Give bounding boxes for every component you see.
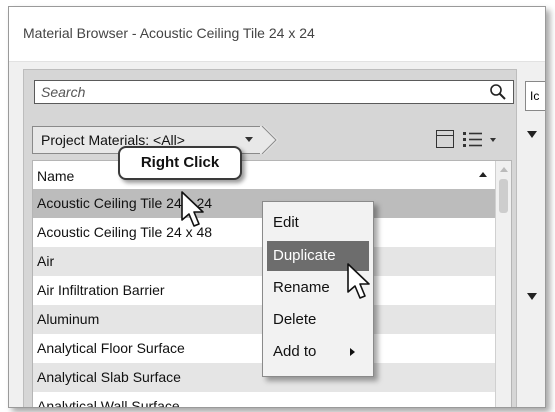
chevron-down-icon[interactable]: [490, 138, 496, 142]
search-input[interactable]: Search: [34, 80, 514, 104]
scroll-up-icon[interactable]: [500, 167, 508, 172]
window-title: Material Browser - Acoustic Ceiling Tile…: [23, 25, 315, 41]
editor-panel: Ic: [521, 69, 545, 407]
search-placeholder: Search: [41, 84, 86, 100]
menu-item-label: Add to: [273, 343, 317, 360]
title-bar: Material Browser - Acoustic Ceiling Tile…: [9, 7, 545, 62]
menu-item-edit[interactable]: Edit: [267, 208, 369, 238]
breadcrumb-arrow-icon: [260, 126, 278, 154]
mouse-cursor-icon: [347, 263, 370, 299]
collapse-arrow-icon[interactable]: [527, 293, 537, 300]
tab-identity[interactable]: Ic: [525, 81, 545, 111]
column-header-label: Name: [37, 168, 75, 184]
right-click-callout: Right Click: [118, 146, 242, 180]
toggle-view-icon[interactable]: [436, 130, 454, 148]
vertical-scrollbar[interactable]: [495, 161, 511, 407]
column-header-name[interactable]: Name: [33, 161, 495, 190]
menu-item-delete[interactable]: Delete: [267, 305, 369, 335]
sort-ascending-icon: [479, 172, 487, 177]
search-icon[interactable]: [489, 83, 507, 101]
scroll-thumb[interactable]: [499, 179, 508, 213]
list-item[interactable]: Analytical Wall Surface: [33, 392, 495, 407]
menu-item-add-to[interactable]: Add to: [267, 337, 369, 367]
mouse-cursor-icon: [181, 191, 204, 227]
list-view-icon[interactable]: [462, 130, 484, 148]
chevron-right-icon: [350, 348, 355, 356]
chevron-down-icon[interactable]: [245, 137, 253, 142]
collapse-arrow-icon[interactable]: [527, 131, 537, 138]
